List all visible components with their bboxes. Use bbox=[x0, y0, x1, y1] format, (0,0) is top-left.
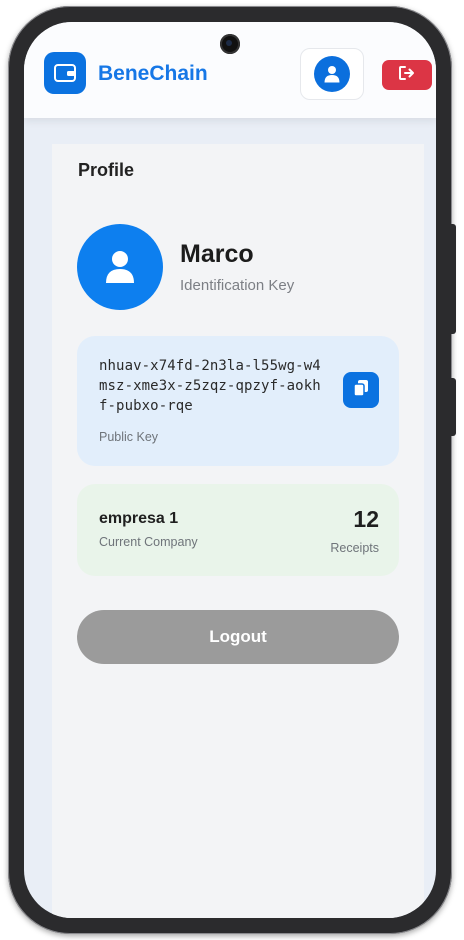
screen: BeneChain Profile Marco Identification K… bbox=[24, 22, 436, 918]
company-name: empresa 1 bbox=[99, 510, 179, 527]
copy-icon bbox=[353, 379, 369, 402]
user-subtitle: Identification Key bbox=[180, 277, 295, 294]
public-key-value: nhuav-x74fd-2n3la-l55wg-w4msz-xme3x-z5zq… bbox=[99, 358, 321, 414]
profile-panel: Profile Marco Identification Key nhuav-x… bbox=[52, 144, 424, 918]
profile-button[interactable] bbox=[300, 48, 364, 100]
company-label: Current Company bbox=[99, 535, 198, 549]
copy-key-button[interactable] bbox=[343, 372, 379, 408]
volume-button bbox=[451, 224, 456, 334]
public-key-label: Public Key bbox=[99, 430, 159, 444]
page-title: Profile bbox=[78, 160, 135, 180]
front-camera bbox=[220, 34, 240, 54]
public-key-card: nhuav-x74fd-2n3la-l55wg-w4msz-xme3x-z5zq… bbox=[77, 336, 399, 466]
receipts-label: Receipts bbox=[330, 541, 379, 555]
user-icon bbox=[314, 56, 350, 92]
logout-button[interactable]: Logout bbox=[77, 610, 399, 664]
user-name: Marco bbox=[180, 240, 254, 268]
wallet-icon[interactable] bbox=[44, 52, 86, 94]
power-button bbox=[451, 378, 456, 436]
sign-out-icon bbox=[399, 65, 415, 85]
receipts-count: 12 bbox=[353, 506, 379, 532]
company-card: empresa 1 Current Company 12 Receipts bbox=[77, 484, 399, 576]
header-logout-button[interactable] bbox=[382, 60, 432, 90]
avatar bbox=[77, 224, 163, 310]
user-avatar-icon bbox=[106, 251, 134, 283]
phone-frame: BeneChain Profile Marco Identification K… bbox=[8, 6, 456, 934]
brand-name: BeneChain bbox=[98, 62, 208, 85]
